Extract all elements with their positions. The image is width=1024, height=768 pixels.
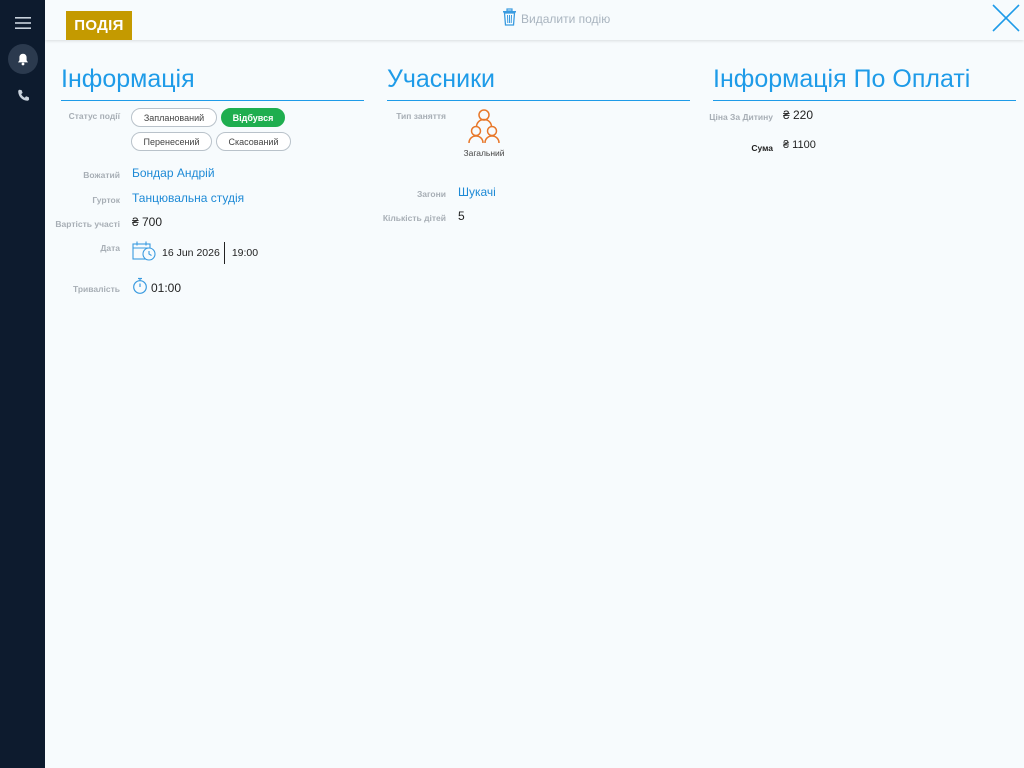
children-count-label: Кількість дітей (382, 213, 446, 223)
menu-icon[interactable] (8, 8, 38, 38)
info-section: Інформація (61, 60, 364, 101)
cost-label: Вартість участі (55, 219, 120, 229)
status-label: Статус події (68, 111, 120, 121)
top-bar: ПОДІЯ Видалити подію (45, 0, 1024, 40)
trash-icon (502, 8, 517, 29)
groups-label: Загони (416, 189, 446, 199)
sidebar (0, 0, 45, 768)
children-count-value: 5 (458, 209, 465, 223)
sum-label: Сума (751, 143, 773, 153)
time-value: 19:00 (231, 246, 259, 259)
group-icon (464, 107, 504, 145)
status-planned-pill[interactable]: Запланований (131, 108, 217, 127)
event-badge: ПОДІЯ (66, 11, 132, 40)
duration-field[interactable]: 01:00 (132, 277, 181, 298)
date-value: 16 Jun 2026 (162, 246, 220, 259)
close-icon[interactable] (991, 3, 1021, 33)
lesson-type-option[interactable]: Загальний (460, 107, 508, 158)
lesson-type-value: Загальний (463, 148, 505, 158)
lesson-type-label: Тип заняття (396, 111, 446, 121)
groups-link[interactable]: Шукачі (458, 185, 496, 199)
date-label: Дата (100, 243, 120, 253)
club-label: Гурток (92, 195, 120, 205)
date-time-field[interactable]: 16 Jun 2026 19:00 (132, 240, 258, 265)
info-title: Інформація (61, 60, 364, 101)
cost-value: ₴ 700 (132, 215, 163, 229)
status-cancelled-pill[interactable]: Скасований (216, 132, 291, 151)
participants-title: Учасники (387, 60, 690, 101)
stopwatch-icon (132, 277, 148, 298)
club-link[interactable]: Танцювальна студія (132, 191, 244, 205)
price-per-child-label: Ціна За Дитину (709, 112, 773, 122)
calendar-clock-icon (132, 240, 157, 265)
price-per-child-value: ₴ 220 (783, 108, 814, 122)
leader-label: Вожатий (83, 170, 120, 180)
sum-value: ₴ 1100 (783, 139, 816, 151)
participants-section: Учасники (387, 60, 690, 101)
delete-event-button[interactable]: Видалити подію (502, 8, 610, 29)
duration-label: Тривалість (72, 284, 120, 294)
payment-section: Інформація По Оплаті (713, 60, 1016, 101)
delete-event-label: Видалити подію (521, 11, 611, 26)
leader-link[interactable]: Бондар Андрій (132, 166, 215, 180)
payment-title: Інформація По Оплаті (713, 60, 1016, 101)
status-held-pill[interactable]: Відбувся (221, 108, 285, 127)
bell-icon[interactable] (8, 44, 38, 74)
duration-value: 01:00 (151, 280, 182, 295)
phone-icon[interactable] (8, 80, 38, 110)
date-time-divider (223, 241, 225, 264)
status-rescheduled-pill[interactable]: Перенесений (131, 132, 212, 151)
